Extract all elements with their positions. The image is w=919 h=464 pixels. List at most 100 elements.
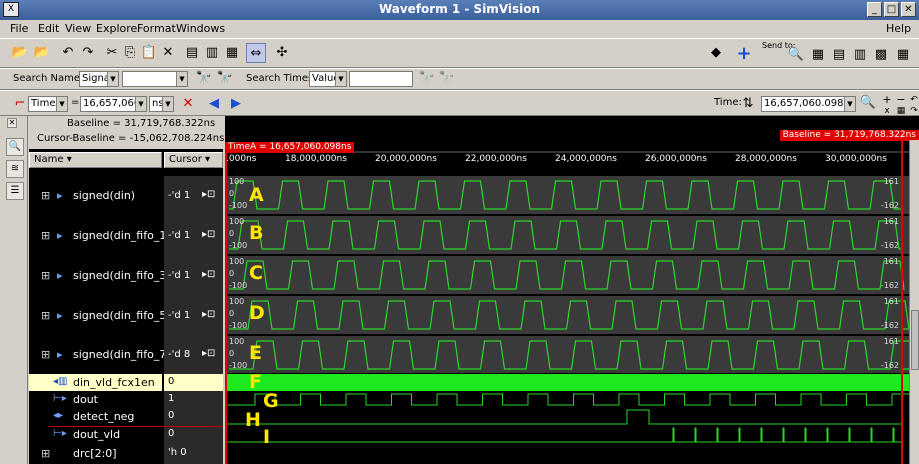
baseline-marker[interactable]: Baseline = 31,719,768.322ns [779,130,919,141]
annotation-label-e: E [249,342,262,364]
scale-min-label: -162 [881,201,899,210]
close-button[interactable]: ✕ [901,2,916,17]
bus-waveform[interactable] [229,340,915,370]
expand-icon[interactable]: ⊞ [41,348,50,361]
panel-close-icon[interactable]: ✕ [7,118,17,128]
expand-icon[interactable]: ⊞ [41,309,50,322]
cursor-time-input[interactable]: 16,657,060.0 ▼ [80,96,147,112]
next-edge-icon[interactable]: ▶ [226,94,246,114]
bus-waveform[interactable] [229,260,905,290]
paste-icon[interactable]: 📋 [139,43,159,63]
cursor-unit-select[interactable]: ns ▼ [149,96,174,112]
search-names-mode[interactable]: Signal ▼ [79,71,119,87]
cursor-expand-icon[interactable]: ▸⊡ [202,269,215,280]
select-mode-icon[interactable]: ⇔ [246,43,266,63]
bus-waveform[interactable] [229,180,901,210]
cursor-column-header[interactable]: Cursor ▾ [164,152,223,168]
menu-windows[interactable]: Windows [176,22,225,35]
send-source-icon[interactable]: ▤ [829,45,849,65]
name-column-header[interactable]: Name ▾ [29,152,162,168]
baseline-info: Baseline = 31,719,768.322ns Cursor-Basel… [29,116,224,149]
dout-waveform[interactable] [225,393,913,406]
signal-row[interactable]: ⊞ ▸ signed(din_fifo_3) -'d 1 ▸⊡ [29,256,223,296]
signal-row[interactable]: ⊞ ▸ signed(din_fifo_5) -'d 1 ▸⊡ [29,296,223,336]
expand-icon[interactable]: ⊞ [41,269,50,282]
rail-browser-icon[interactable]: 🔍 [6,138,24,156]
send-browser-icon[interactable]: 🔍 [786,45,806,65]
rail-signal-icon[interactable]: ≋ [6,160,24,178]
open-icon[interactable]: 📂 [10,43,30,63]
send-schematic-icon[interactable]: ▦ [808,45,828,65]
signal-row-selected[interactable]: ◂▥ din_vld_fcx1en 0 [29,374,223,391]
signal-row[interactable]: ◂▸ detect_neg 0 [29,408,223,426]
annotation-label-g: G [263,390,279,412]
cursor-expand-icon[interactable]: ▸⊡ [202,309,215,320]
bus-waveform[interactable] [229,300,910,330]
ungroup-icon[interactable]: ▦ [222,43,242,63]
baseline-line[interactable] [901,140,903,464]
menu-file[interactable]: File [10,22,28,35]
cursor-line[interactable] [225,152,227,464]
signal-row[interactable]: ⊞ drc[2:0] 'h 0 [29,444,223,464]
cursor-name-select[interactable]: TimeA ▼ [28,96,68,112]
prev-edge-icon[interactable]: ◀ [204,94,224,114]
search-time-prev-icon[interactable]: 🔭 [417,69,437,89]
copy-icon[interactable]: ⎘ [120,43,140,63]
expand-icon[interactable]: ⊞ [41,447,50,460]
dout-vld-waveform[interactable] [225,427,901,443]
signal-row[interactable]: ⊢▸ dout_vld 0 [29,427,223,444]
search-prev-icon[interactable]: 🔭 [194,69,214,89]
signal-name: dout_vld [73,428,121,441]
cursor-expand-icon[interactable]: ▸⊡ [202,229,215,240]
signal-row[interactable]: ⊢▸ dout 1 [29,391,223,408]
signal-row[interactable]: ⊞ ▸ signed(din_fifo_1) -'d 1 ▸⊡ [29,216,223,256]
signal-name: detect_neg [73,410,135,423]
search-next-icon[interactable]: 🔭 [215,69,235,89]
expand-icon[interactable]: ⊞ [41,189,50,202]
detect-neg-waveform[interactable] [225,409,901,425]
reopen-icon[interactable]: 📂 [32,43,52,63]
time-spin-icon[interactable]: ⇅ [738,94,758,114]
search-names-input[interactable]: ▼ [122,71,188,87]
group-icon[interactable]: ▥ [202,43,222,63]
expand-icon[interactable]: ⊞ [41,229,50,242]
signal-row[interactable]: ⊞ ▸ signed(din) -'d 1 ▸⊡ [29,176,223,216]
add-icon[interactable]: + [734,44,754,64]
menu-view[interactable]: View [65,22,91,35]
cursor-expand-icon[interactable]: ▸⊡ [202,189,215,200]
waveform-area[interactable]: 100 0 -100 161 -162 100 0 -100 161 -162 100 0 -100 16… [225,116,919,464]
send-waveform-icon[interactable]: ▦ [893,45,913,65]
maximize-button[interactable]: □ [884,2,899,17]
redo-icon[interactable]: ↷ [78,43,98,63]
send-register-icon[interactable]: ▥ [850,45,870,65]
scrollbar-thumb[interactable] [911,310,919,370]
cursor-delete-icon[interactable]: ✕ [178,94,198,114]
cut-icon[interactable]: ✂ [102,43,122,63]
cursor-toolbar: ⌐ TimeA ▼ = 16,657,060.0 ▼ ns ▼ ✕ ◀ ▶ Time:… [0,90,919,116]
add-signal-icon[interactable]: ▤ [182,43,202,63]
cursor-expand-icon[interactable]: ▸⊡ [202,348,215,359]
time-input[interactable]: 16,657,060.098ns ▼ [761,96,856,112]
cursor-value: 0 [168,428,175,439]
timea-marker[interactable]: TimeA = 16,657,060.098ns [225,142,355,153]
delete-icon[interactable]: ✕ [158,43,178,63]
signal-row[interactable]: ⊞ ▸ signed(din_fifo_7) -'d 8 ▸⊡ [29,336,223,374]
undo-icon[interactable]: ↶ [58,43,78,63]
send-to-design-icon[interactable]: ◆ [706,43,726,63]
menu-format[interactable]: Format [137,22,176,35]
bus-waveform[interactable] [229,220,901,250]
send-memory-icon[interactable]: ▩ [871,45,891,65]
search-times-mode[interactable]: Value ▼ [309,71,347,87]
rail-list-icon[interactable]: ☰ [6,182,24,200]
cursor-value: -'d 1 [168,310,191,321]
menu-edit[interactable]: Edit [38,22,59,35]
menu-explore[interactable]: Explore [96,22,137,35]
minimize-button[interactable]: _ [867,2,882,17]
menu-help[interactable]: Help [886,22,911,35]
zoom-icon[interactable]: 🔍 [858,93,878,113]
zoom-cursor-icon[interactable]: ✣ [272,43,292,63]
search-time-next-icon[interactable]: 🔭 [437,69,457,89]
cursor-marker-icon[interactable]: ⌐ [10,94,30,114]
search-times-input[interactable] [349,71,413,87]
vertical-scrollbar[interactable] [909,140,919,464]
